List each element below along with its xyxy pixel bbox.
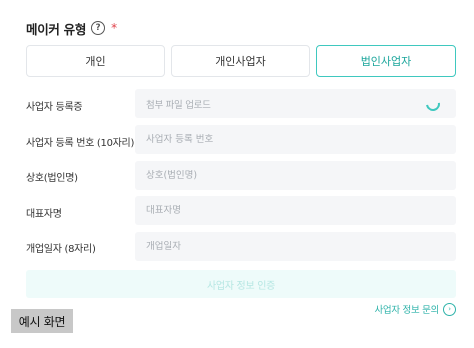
company-name-field[interactable] bbox=[135, 161, 456, 190]
representative-field[interactable] bbox=[135, 196, 456, 225]
registration-number-field[interactable] bbox=[135, 125, 456, 154]
type-option-individual[interactable]: 개인 bbox=[26, 45, 165, 77]
inquiry-label: 사업자 정보 문의 bbox=[374, 305, 439, 316]
field-label-opening-date: 개업일자 (8자리) bbox=[26, 244, 96, 255]
opening-date-field[interactable] bbox=[135, 232, 456, 261]
upload-field[interactable]: 첨부 파일 업로드 bbox=[135, 89, 456, 118]
arrow-right-icon: › bbox=[443, 302, 456, 316]
field-label-registration-certificate: 사업자 등록증 bbox=[26, 102, 83, 113]
section-title: 메이커 유형 bbox=[26, 21, 87, 37]
verify-business-button[interactable]: 사업자 정보 인증 bbox=[26, 270, 456, 298]
opening-date-input[interactable] bbox=[146, 241, 426, 252]
required-mark: * bbox=[111, 21, 118, 35]
help-icon[interactable]: ? bbox=[91, 21, 106, 35]
field-label-company-name: 상호(법인명) bbox=[26, 173, 78, 184]
field-label-registration-number: 사업자 등록 번호 (10자리) bbox=[26, 138, 135, 149]
type-option-corporation[interactable]: 법인사업자 bbox=[316, 45, 456, 77]
type-option-sole-proprietor[interactable]: 개인사업자 bbox=[171, 45, 310, 77]
field-label-representative: 대표자명 bbox=[26, 209, 62, 220]
registration-number-input[interactable] bbox=[146, 134, 426, 145]
company-name-input[interactable] bbox=[146, 170, 426, 181]
representative-input[interactable] bbox=[146, 205, 426, 216]
upload-placeholder: 첨부 파일 업로드 bbox=[146, 99, 211, 111]
loading-spinner-icon bbox=[423, 94, 443, 114]
maker-type-header: 메이커 유형 ? * bbox=[26, 18, 117, 38]
example-screen-badge: 예시 화면 bbox=[11, 309, 73, 333]
business-inquiry-link[interactable]: 사업자 정보 문의 › bbox=[374, 302, 456, 316]
